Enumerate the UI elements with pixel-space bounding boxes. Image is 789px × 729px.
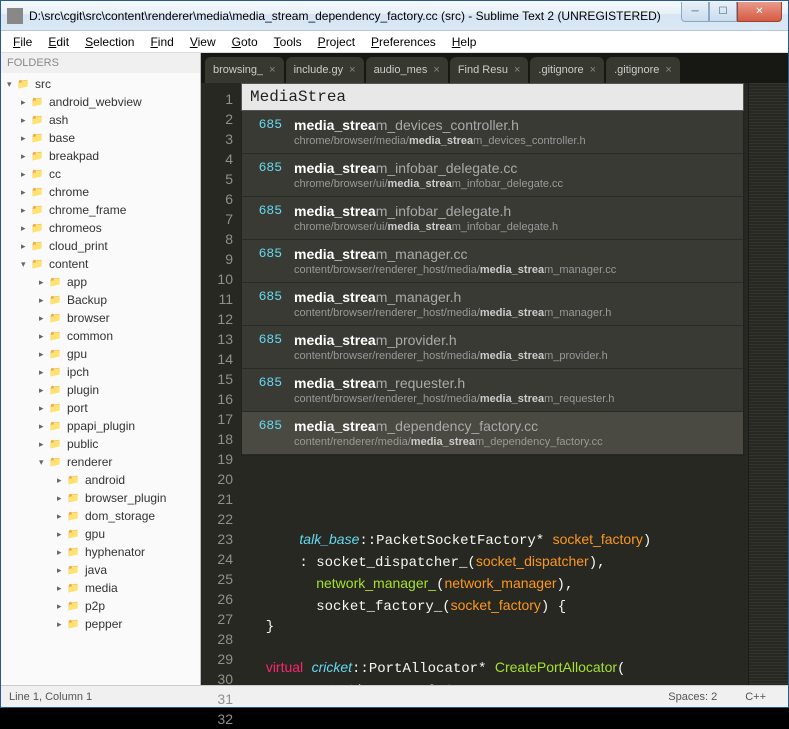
window-title: D:\src\cgit\src\content\renderer\media\m… <box>29 9 681 23</box>
menu-edit[interactable]: Edit <box>40 33 77 51</box>
folder-dom_storage[interactable]: ▸📁dom_storage <box>1 507 200 525</box>
folder-plugin[interactable]: ▸📁plugin <box>1 381 200 399</box>
tab-close-icon[interactable]: × <box>590 64 596 76</box>
app-icon <box>7 8 23 24</box>
tab[interactable]: .gitignore× <box>530 57 604 83</box>
folder-browser_plugin[interactable]: ▸📁browser_plugin <box>1 489 200 507</box>
folder-renderer[interactable]: ▾📁renderer <box>1 453 200 471</box>
folder-cc[interactable]: ▸📁cc <box>1 165 200 183</box>
folder-android_webview[interactable]: ▸📁android_webview <box>1 93 200 111</box>
folder-ppapi_plugin[interactable]: ▸📁ppapi_plugin <box>1 417 200 435</box>
goto-result[interactable]: 685media_stream_requester.hcontent/brows… <box>242 369 743 412</box>
folder-content[interactable]: ▾📁content <box>1 255 200 273</box>
goto-input[interactable] <box>241 83 744 111</box>
folder-common[interactable]: ▸📁common <box>1 327 200 345</box>
minimize-button[interactable]: ─ <box>681 2 709 22</box>
goto-score: 685 <box>252 160 282 175</box>
folder-breakpad[interactable]: ▸📁breakpad <box>1 147 200 165</box>
menu-goto[interactable]: Goto <box>224 33 266 51</box>
tab[interactable]: audio_mes× <box>366 57 448 83</box>
goto-score: 685 <box>252 418 282 433</box>
folder-p2p[interactable]: ▸📁p2p <box>1 597 200 615</box>
status-position[interactable]: Line 1, Column 1 <box>9 691 654 703</box>
folders-header: FOLDERS <box>1 53 200 73</box>
goto-score: 685 <box>252 203 282 218</box>
folder-base[interactable]: ▸📁base <box>1 129 200 147</box>
tab[interactable]: .gitignore× <box>606 57 680 83</box>
menu-selection[interactable]: Selection <box>77 33 142 51</box>
folder-Backup[interactable]: ▸📁Backup <box>1 291 200 309</box>
goto-result[interactable]: 685media_stream_infobar_delegate.hchrome… <box>242 197 743 240</box>
folder-port[interactable]: ▸📁port <box>1 399 200 417</box>
sidebar: FOLDERS ▾📁src▸📁android_webview▸📁ash▸📁bas… <box>1 53 201 685</box>
tab-close-icon[interactable]: × <box>269 64 275 76</box>
goto-score: 685 <box>252 246 282 261</box>
folder-media[interactable]: ▸📁media <box>1 579 200 597</box>
folder-hyphenator[interactable]: ▸📁hyphenator <box>1 543 200 561</box>
goto-score: 685 <box>252 375 282 390</box>
tab[interactable]: Find Resu× <box>450 57 529 83</box>
status-indent[interactable]: Spaces: 2 <box>654 691 731 703</box>
folder-ash[interactable]: ▸📁ash <box>1 111 200 129</box>
menu-tools[interactable]: Tools <box>266 33 310 51</box>
tabbar: browsing_×include.gy×audio_mes×Find Resu… <box>201 53 788 83</box>
statusbar: Line 1, Column 1 Spaces: 2 C++ <box>1 685 788 707</box>
minimap[interactable] <box>748 83 788 685</box>
folder-cloud_print[interactable]: ▸📁cloud_print <box>1 237 200 255</box>
editor-area: browsing_×include.gy×audio_mes×Find Resu… <box>201 53 788 685</box>
maximize-button[interactable]: ☐ <box>709 2 737 22</box>
folder-public[interactable]: ▸📁public <box>1 435 200 453</box>
menu-find[interactable]: Find <box>142 33 181 51</box>
menu-file[interactable]: File <box>5 33 40 51</box>
folder-browser[interactable]: ▸📁browser <box>1 309 200 327</box>
goto-result[interactable]: 685media_stream_manager.cccontent/browse… <box>242 240 743 283</box>
menubar: FileEditSelectionFindViewGotoToolsProjec… <box>1 31 788 53</box>
tab-close-icon[interactable]: × <box>433 64 439 76</box>
goto-result[interactable]: 685media_stream_provider.hcontent/browse… <box>242 326 743 369</box>
line-gutter: 1234567891011121314151617181920212223242… <box>201 83 241 685</box>
goto-result[interactable]: 685media_stream_infobar_delegate.ccchrom… <box>242 154 743 197</box>
goto-result[interactable]: 685media_stream_manager.hcontent/browser… <box>242 283 743 326</box>
folder-android[interactable]: ▸📁android <box>1 471 200 489</box>
folder-gpu[interactable]: ▸📁gpu <box>1 345 200 363</box>
goto-score: 685 <box>252 332 282 347</box>
menu-view[interactable]: View <box>182 33 224 51</box>
tab-close-icon[interactable]: × <box>665 64 671 76</box>
close-button[interactable]: ✕ <box>737 2 782 22</box>
folder-app[interactable]: ▸📁app <box>1 273 200 291</box>
app-window: D:\src\cgit\src\content\renderer\media\m… <box>0 0 789 708</box>
titlebar[interactable]: D:\src\cgit\src\content\renderer\media\m… <box>1 1 788 31</box>
folder-chrome[interactable]: ▸📁chrome <box>1 183 200 201</box>
goto-results-list[interactable]: 685media_stream_devices_controller.hchro… <box>241 111 744 456</box>
folder-pepper[interactable]: ▸📁pepper <box>1 615 200 633</box>
folder-chrome_frame[interactable]: ▸📁chrome_frame <box>1 201 200 219</box>
goto-result[interactable]: 685media_stream_devices_controller.hchro… <box>242 111 743 154</box>
tab[interactable]: browsing_× <box>205 57 284 83</box>
status-language[interactable]: C++ <box>731 691 780 703</box>
menu-help[interactable]: Help <box>444 33 485 51</box>
folder-gpu[interactable]: ▸📁gpu <box>1 525 200 543</box>
folder-ipch[interactable]: ▸📁ipch <box>1 363 200 381</box>
goto-anything-panel: 685media_stream_devices_controller.hchro… <box>241 83 744 456</box>
tab-close-icon[interactable]: × <box>349 64 355 76</box>
goto-score: 685 <box>252 289 282 304</box>
folder-java[interactable]: ▸📁java <box>1 561 200 579</box>
folder-src[interactable]: ▾📁src <box>1 75 200 93</box>
folder-chromeos[interactable]: ▸📁chromeos <box>1 219 200 237</box>
folder-tree[interactable]: ▾📁src▸📁android_webview▸📁ash▸📁base▸📁break… <box>1 73 200 685</box>
goto-score: 685 <box>252 117 282 132</box>
menu-preferences[interactable]: Preferences <box>363 33 444 51</box>
tab-close-icon[interactable]: × <box>514 64 520 76</box>
goto-result[interactable]: 685media_stream_dependency_factory.cccon… <box>242 412 743 455</box>
menu-project[interactable]: Project <box>310 33 363 51</box>
tab[interactable]: include.gy× <box>286 57 364 83</box>
